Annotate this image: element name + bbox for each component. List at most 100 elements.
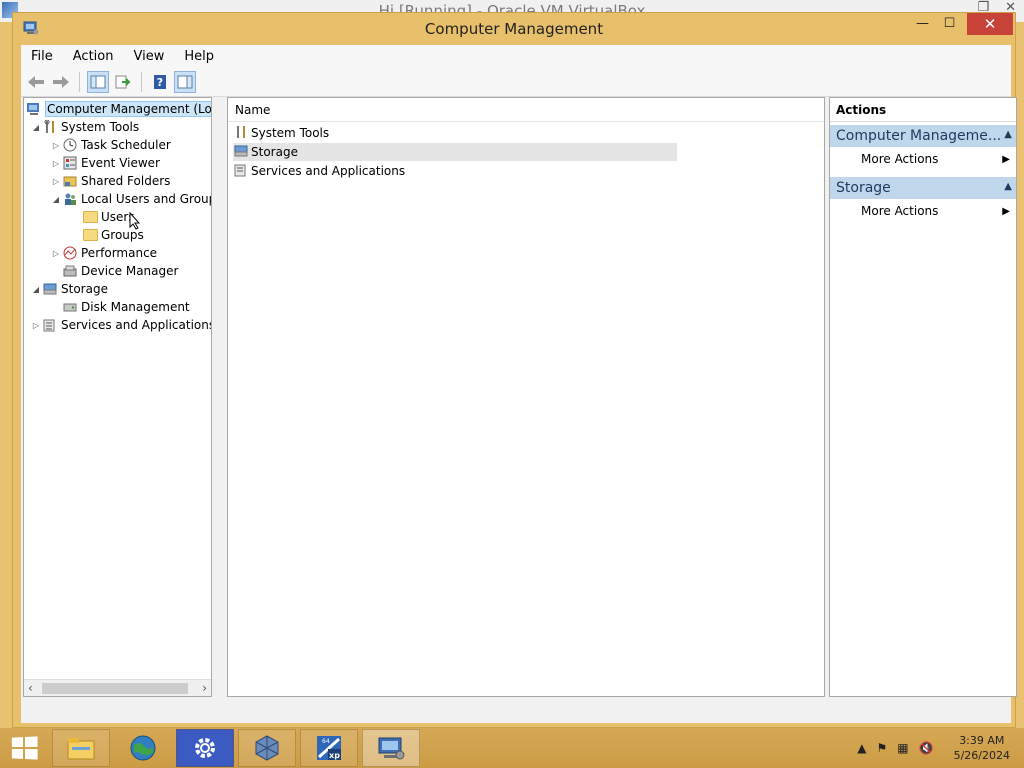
users-group-icon bbox=[62, 191, 78, 207]
list-item-label: Services and Applications bbox=[251, 164, 406, 178]
maximize-button[interactable]: ☐ bbox=[936, 13, 963, 35]
performance-icon bbox=[62, 245, 78, 261]
list-item-system-tools[interactable]: System Tools bbox=[233, 124, 677, 142]
event-viewer-icon bbox=[62, 155, 78, 171]
horizontal-scrollbar[interactable]: ‹ › bbox=[24, 679, 211, 696]
menu-file[interactable]: File bbox=[21, 49, 63, 64]
list-item-storage[interactable]: Storage bbox=[233, 143, 677, 161]
tree-item-local-users-and-groups[interactable]: ◢ Local Users and Groups bbox=[50, 190, 212, 208]
tree-item-groups[interactable]: Groups bbox=[82, 226, 144, 244]
computer-management-icon bbox=[26, 101, 42, 117]
action-center-flag-icon[interactable]: ⚑ bbox=[877, 741, 888, 755]
action-item-label: More Actions bbox=[861, 204, 939, 218]
collapse-arrow-icon[interactable]: ◢ bbox=[30, 285, 42, 294]
browser-globe-icon[interactable] bbox=[114, 729, 172, 767]
expand-arrow-icon[interactable]: ▷ bbox=[50, 249, 62, 258]
menu-action[interactable]: Action bbox=[63, 49, 124, 64]
start-button[interactable] bbox=[0, 728, 48, 768]
device-manager-icon bbox=[62, 263, 78, 279]
menu-view[interactable]: View bbox=[123, 49, 174, 64]
services-icon bbox=[233, 163, 249, 180]
tree-item-storage[interactable]: ◢ Storage bbox=[30, 280, 108, 298]
tree-label: Shared Folders bbox=[81, 174, 171, 188]
settings-gear-icon[interactable] bbox=[176, 729, 234, 767]
windows-logo-icon bbox=[11, 736, 38, 760]
expand-arrow-icon[interactable]: ▷ bbox=[50, 141, 62, 150]
status-bar bbox=[21, 713, 1011, 723]
tree-item-computer-management[interactable]: Computer Management (Local bbox=[26, 100, 211, 118]
toolbar-separator bbox=[79, 71, 80, 92]
tree-item-services-and-applications[interactable]: ▷ Services and Applications bbox=[30, 316, 211, 334]
action-item-label: More Actions bbox=[861, 152, 939, 166]
list-item-label: Storage bbox=[251, 145, 298, 159]
tree-item-shared-folders[interactable]: ▷ Shared Folders bbox=[50, 172, 170, 190]
tree-item-users[interactable]: Users bbox=[82, 208, 141, 230]
submenu-arrow-icon: ▶ bbox=[1002, 153, 1010, 165]
computer-management-icon[interactable] bbox=[362, 729, 420, 767]
file-explorer-icon[interactable] bbox=[52, 729, 110, 767]
folder-icon bbox=[82, 227, 98, 243]
tree-item-event-viewer[interactable]: ▷ Event Viewer bbox=[50, 154, 160, 172]
more-actions-storage[interactable]: More Actions ▶ bbox=[830, 199, 1016, 223]
collapse-arrow-icon[interactable]: ◢ bbox=[30, 123, 42, 132]
help-icon[interactable]: ? bbox=[149, 71, 171, 93]
expand-arrow-icon[interactable]: ▷ bbox=[50, 159, 62, 168]
close-button[interactable]: ✕ bbox=[967, 13, 1013, 35]
folder-icon bbox=[82, 209, 98, 225]
clock-time: 3:39 AM bbox=[959, 734, 1005, 747]
expand-arrow-icon[interactable]: ▷ bbox=[30, 321, 42, 330]
show-hidden-icons-icon[interactable]: ▲ bbox=[857, 741, 866, 755]
volume-muted-icon[interactable]: 🔇 bbox=[919, 741, 934, 755]
tree-label: Performance bbox=[81, 246, 158, 260]
show-hide-action-pane-icon[interactable] bbox=[174, 70, 196, 93]
clock[interactable]: 3:39 AM 5/26/2024 bbox=[954, 733, 1010, 763]
submenu-arrow-icon: ▶ bbox=[1002, 205, 1010, 217]
collapse-arrow-icon[interactable]: ◢ bbox=[50, 195, 62, 204]
taskbar: xp 64 ▲ ⚑ ▦ 🔇 3:39 AM 5/26/2024 bbox=[0, 728, 1024, 768]
tree-label: Event Viewer bbox=[81, 156, 160, 170]
collapse-caret-icon[interactable]: ▲ bbox=[1004, 129, 1012, 140]
toolbar-separator bbox=[141, 71, 142, 92]
svg-text:xp: xp bbox=[329, 751, 340, 760]
virtualbox-icon[interactable] bbox=[238, 729, 296, 767]
actions-header: Actions bbox=[830, 98, 1016, 122]
expand-arrow-icon[interactable]: ▷ bbox=[50, 177, 62, 186]
tree-label: Computer Management (Local bbox=[45, 101, 211, 117]
tree-item-system-tools[interactable]: ◢ System Tools bbox=[30, 118, 139, 136]
actions-pane: Actions Computer Manageme... ▲ More Acti… bbox=[829, 97, 1017, 697]
collapse-caret-icon[interactable]: ▲ bbox=[1004, 181, 1012, 192]
scrollbar-thumb[interactable] bbox=[42, 683, 188, 694]
svg-text:?: ? bbox=[157, 76, 163, 89]
scroll-left-icon[interactable]: ‹ bbox=[28, 681, 33, 695]
storage-icon bbox=[233, 144, 249, 161]
system-tray: ▲ ⚑ ▦ 🔇 3:39 AM 5/26/2024 bbox=[857, 728, 1024, 768]
export-list-icon[interactable] bbox=[112, 71, 134, 93]
tree-label: System Tools bbox=[61, 120, 140, 134]
tools-icon bbox=[233, 125, 249, 142]
tree-item-performance[interactable]: ▷ Performance bbox=[50, 244, 157, 262]
action-group-storage[interactable]: Storage ▲ bbox=[830, 177, 1016, 199]
minimize-button[interactable]: — bbox=[909, 13, 936, 35]
xp-mode-icon[interactable]: xp 64 bbox=[300, 729, 358, 767]
title-bar[interactable]: Computer Management — ☐ ✕ bbox=[13, 13, 1015, 45]
action-group-computer-management[interactable]: Computer Manageme... ▲ bbox=[830, 125, 1016, 147]
action-group-title: Storage bbox=[836, 180, 891, 196]
list-item-services-and-applications[interactable]: Services and Applications bbox=[233, 162, 677, 180]
tree-item-task-scheduler[interactable]: ▷ Task Scheduler bbox=[50, 136, 171, 154]
tree-item-device-manager[interactable]: Device Manager bbox=[62, 262, 178, 280]
tree-label: Storage bbox=[61, 282, 108, 296]
more-actions-computer-management[interactable]: More Actions ▶ bbox=[830, 147, 1016, 171]
menu-help[interactable]: Help bbox=[174, 49, 224, 64]
tree-label: Local Users and Groups bbox=[81, 192, 212, 206]
forward-arrow-icon[interactable] bbox=[50, 71, 72, 93]
scroll-right-icon[interactable]: › bbox=[202, 681, 207, 695]
content-area: Computer Management (Local ◢ System Tool… bbox=[21, 97, 1017, 713]
tools-icon bbox=[42, 119, 58, 135]
list-item-label: System Tools bbox=[251, 126, 330, 140]
network-icon[interactable]: ▦ bbox=[897, 741, 908, 755]
back-arrow-icon[interactable] bbox=[25, 71, 47, 93]
show-hide-tree-icon[interactable] bbox=[87, 70, 109, 93]
column-header-name[interactable]: Name bbox=[228, 98, 824, 122]
tree-item-disk-management[interactable]: Disk Management bbox=[62, 298, 190, 316]
services-icon bbox=[42, 317, 58, 333]
